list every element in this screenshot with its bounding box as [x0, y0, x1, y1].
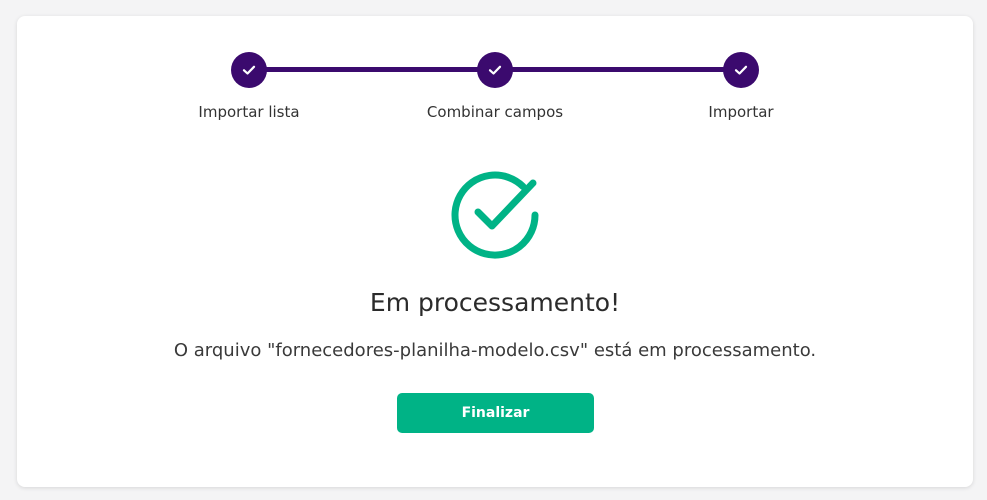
import-card: Importar lista Combinar campos Importar … — [17, 16, 973, 487]
step-label: Combinar campos — [426, 103, 564, 121]
check-icon — [734, 65, 748, 75]
result-message: O arquivo "fornecedores-planilha-modelo.… — [173, 340, 817, 361]
step-importar: Importar — [641, 52, 841, 121]
success-check-circle-icon — [451, 171, 539, 259]
finish-button[interactable]: Finalizar — [397, 393, 594, 433]
check-icon — [242, 65, 256, 75]
result-title: Em processamento! — [369, 288, 621, 317]
check-icon — [488, 65, 502, 75]
step-completed-indicator — [477, 52, 513, 88]
step-completed-indicator — [231, 52, 267, 88]
step-label: Importar lista — [198, 103, 300, 121]
step-completed-indicator — [723, 52, 759, 88]
step-importar-lista: Importar lista — [149, 52, 349, 121]
import-stepper: Importar lista Combinar campos Importar — [17, 16, 973, 136]
step-label: Importar — [708, 103, 774, 121]
step-combinar-campos: Combinar campos — [395, 52, 595, 121]
